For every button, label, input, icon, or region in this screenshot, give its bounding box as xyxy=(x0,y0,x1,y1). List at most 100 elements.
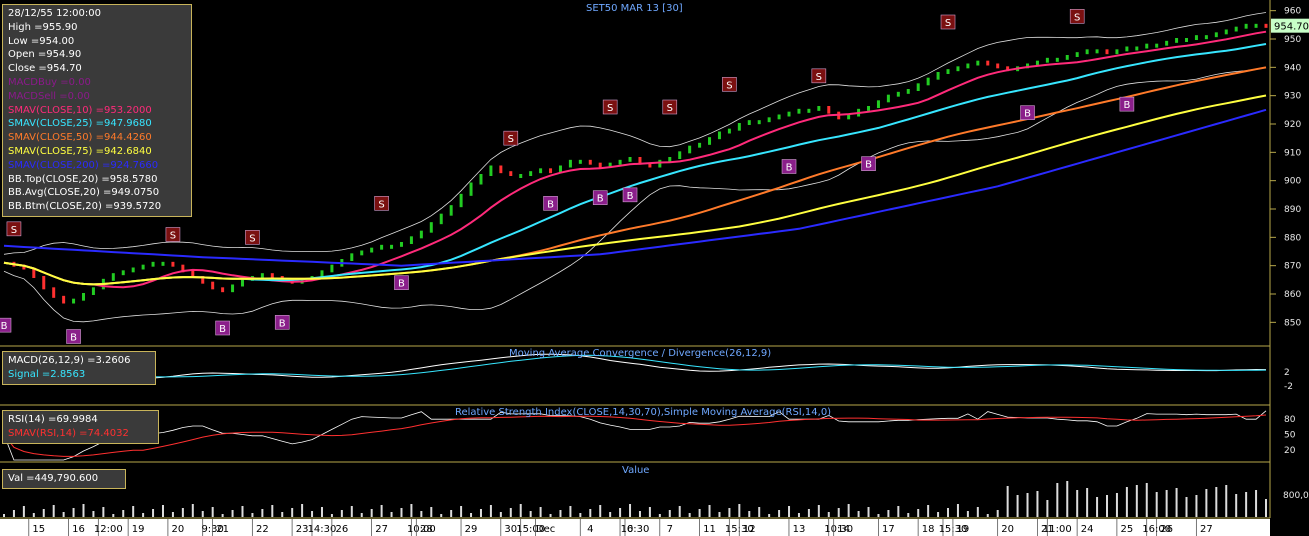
volume-bar xyxy=(62,512,65,517)
volume-bar xyxy=(32,513,35,517)
buy-signal-letter: B xyxy=(70,333,77,344)
legend-entry: SMAV(CLOSE,200) =924.7660 xyxy=(8,159,159,171)
volume-bar xyxy=(22,506,25,517)
buy-signal-letter: B xyxy=(219,324,226,335)
volume-bar xyxy=(1185,497,1188,517)
legend-entry: RSI(14) =69.9984 xyxy=(8,414,98,425)
candle xyxy=(588,159,592,165)
volume-bar xyxy=(638,511,641,517)
volume-bar xyxy=(976,507,979,517)
volume-bar xyxy=(1145,483,1148,517)
candle xyxy=(698,142,702,148)
value-legend-box: Val =449,790.600 xyxy=(2,469,126,489)
candle xyxy=(459,193,463,208)
candle xyxy=(449,205,453,216)
volume-bar xyxy=(1006,486,1009,517)
candle xyxy=(52,287,56,298)
sell-signal-letter: S xyxy=(667,103,673,114)
candle xyxy=(1155,43,1159,48)
volume-bar xyxy=(887,510,890,517)
volume-bar xyxy=(599,505,602,517)
candle xyxy=(986,60,990,66)
volume-bar xyxy=(986,514,989,517)
candle xyxy=(896,91,900,97)
candle xyxy=(1234,26,1238,32)
volume-bar xyxy=(211,507,214,517)
volume-bar xyxy=(788,506,791,517)
x-tick-label: 22 xyxy=(256,524,269,535)
x-tick-label: Dec xyxy=(536,524,555,535)
candle xyxy=(737,123,741,131)
volume-bar xyxy=(241,506,244,517)
volume-bar xyxy=(1245,492,1248,517)
volume-bar xyxy=(996,510,999,517)
y-tick-label: 960 xyxy=(1284,7,1301,17)
volume-bar xyxy=(1086,488,1089,517)
candle xyxy=(499,165,503,174)
x-tick-label: 27 xyxy=(1200,524,1213,535)
candle xyxy=(429,222,433,233)
volume-bar xyxy=(400,508,403,517)
buy-signal-letter: B xyxy=(1024,109,1031,120)
candle xyxy=(121,270,125,276)
volume-bar xyxy=(1026,493,1029,517)
rsi-legend-box: RSI(14) =69.9984 SMAV(RSI,14) =74.4032 xyxy=(2,410,159,444)
x-tick-label: 15 xyxy=(32,524,45,535)
x-tick-label: 21 xyxy=(216,524,229,535)
candle xyxy=(350,253,354,261)
volume-bar xyxy=(311,511,314,517)
candle xyxy=(1095,49,1099,54)
legend-entry: SMAV(CLOSE,25) =947.9680 xyxy=(8,118,152,130)
y-tick-label: 860 xyxy=(1284,290,1301,300)
candle xyxy=(807,108,811,113)
legend-entry: Signal =2.8563 xyxy=(8,368,86,380)
candle xyxy=(270,273,274,278)
x-tick-label: 17 xyxy=(882,524,895,535)
volume-bar xyxy=(698,509,701,517)
last-price-text: 954.70 xyxy=(1274,22,1309,33)
candle xyxy=(876,100,880,108)
volume-bar xyxy=(340,510,343,517)
x-tick-label: 29 xyxy=(465,524,478,535)
legend-entry: BB.Avg(CLOSE,20) =949.0750 xyxy=(8,187,160,199)
x-tick-label: 28 xyxy=(420,524,433,535)
candle xyxy=(81,293,85,301)
volume-bar xyxy=(1056,483,1059,517)
volume-bar xyxy=(1125,487,1128,517)
volume-bar xyxy=(648,507,651,517)
legend-entry: Open =954.90 xyxy=(8,49,82,61)
x-tick-label: 12 xyxy=(743,524,756,535)
y-tick-label: 900 xyxy=(1284,177,1301,187)
candle xyxy=(231,284,235,293)
candle xyxy=(519,174,523,178)
candle xyxy=(618,159,622,165)
candle xyxy=(390,244,394,249)
volume-bar xyxy=(132,506,135,517)
candle xyxy=(658,159,662,168)
candle xyxy=(688,145,692,154)
candle xyxy=(1214,32,1218,38)
volume-bar xyxy=(658,514,661,517)
legend-entry: 28/12/55 12:00:00 xyxy=(8,8,102,19)
volume-bar xyxy=(320,507,323,517)
candle xyxy=(628,157,632,162)
candle xyxy=(509,171,513,176)
volume-bar xyxy=(450,510,453,517)
volume-bar xyxy=(410,504,413,517)
candle xyxy=(399,242,403,247)
sell-signal-letter: S xyxy=(607,103,613,114)
candle xyxy=(926,77,930,86)
legend-entry: High =955.90 xyxy=(8,21,78,33)
volume-bar xyxy=(1195,495,1198,517)
candle xyxy=(568,159,572,168)
volume-bar xyxy=(201,511,204,517)
buy-signal-letter: B xyxy=(547,199,554,210)
legend-entry: MACDBuy =0.00 xyxy=(8,76,91,88)
candle xyxy=(936,72,940,80)
candle xyxy=(1075,52,1079,57)
x-tick-label: 13 xyxy=(793,524,806,535)
volume-bar xyxy=(3,514,5,517)
x-tick-label: 20 xyxy=(172,524,185,535)
macd-panel-title: Moving Average Convergence / Divergence(… xyxy=(509,348,772,359)
candle xyxy=(62,295,66,304)
